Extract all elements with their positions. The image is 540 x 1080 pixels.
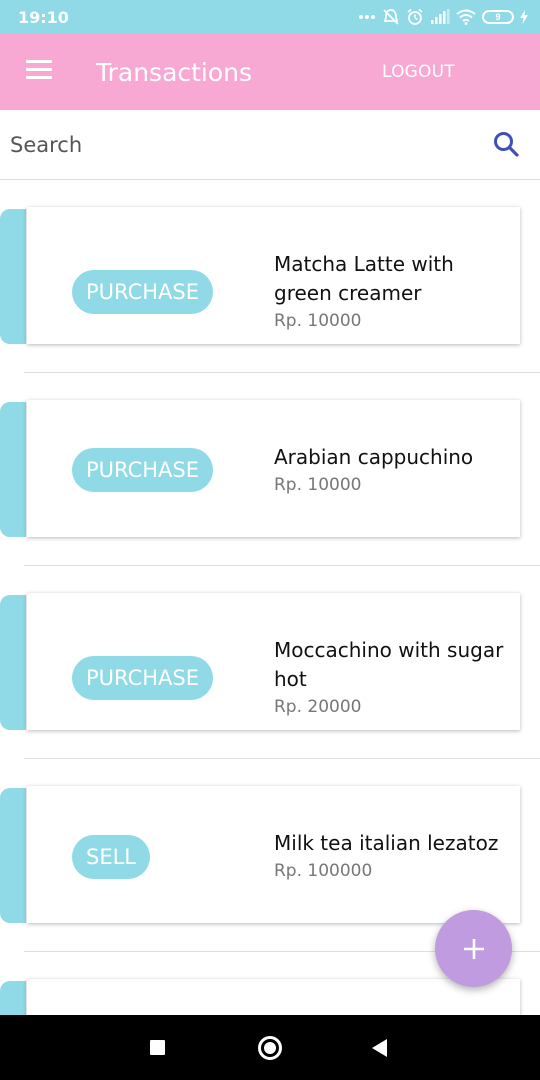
transaction-price: Rp. 20000	[274, 697, 362, 717]
transaction-card[interactable]: SELL Milk tea italian lezatoz Rp. 100000	[27, 786, 520, 923]
transaction-card[interactable]	[27, 979, 520, 1015]
add-transaction-button[interactable]	[435, 910, 512, 987]
transaction-type-badge: PURCHASE	[72, 270, 213, 314]
status-icons: 9	[358, 7, 528, 27]
transaction-card[interactable]: PURCHASE Matcha Latte with green creamer…	[27, 207, 520, 344]
divider	[24, 758, 540, 759]
bell-off-icon	[382, 8, 400, 26]
transaction-card[interactable]: PURCHASE Arabian cappuchino Rp. 10000	[27, 400, 520, 537]
plus-icon	[463, 938, 484, 959]
logout-button[interactable]: LOGOUT	[382, 62, 455, 82]
divider	[24, 565, 540, 566]
transaction-card[interactable]: PURCHASE Moccachino with sugar hot Rp. 2…	[27, 593, 520, 730]
status-time: 19:10	[18, 8, 69, 27]
transaction-name: Matcha Latte with green creamer	[274, 252, 454, 305]
transaction-price: Rp. 10000	[274, 475, 362, 495]
app-bar: Transactions LOGOUT	[0, 34, 540, 110]
transaction-info: Moccachino with sugar hot Rp. 20000	[274, 636, 509, 718]
transaction-type-badge: SELL	[72, 835, 150, 879]
system-nav-bar	[0, 1015, 540, 1080]
search-icon[interactable]	[492, 130, 520, 158]
transaction-name: Moccachino with sugar hot	[274, 638, 504, 691]
card-edge	[0, 788, 26, 923]
transaction-type-badge: PURCHASE	[72, 448, 213, 492]
transaction-list[interactable]: PURCHASE Matcha Latte with green creamer…	[0, 180, 540, 1015]
transaction-info: Milk tea italian lezatoz Rp. 100000	[274, 829, 509, 882]
transaction-info: Matcha Latte with green creamer Rp. 1000…	[274, 250, 509, 332]
transaction-name: Milk tea italian lezatoz	[274, 831, 499, 855]
transaction-info: Arabian cappuchino Rp. 10000	[274, 443, 509, 496]
card-edge	[0, 402, 26, 537]
transaction-name: Arabian cappuchino	[274, 445, 474, 469]
transaction-price: Rp. 10000	[274, 311, 362, 331]
menu-icon[interactable]	[26, 60, 52, 80]
transaction-type-badge: PURCHASE	[72, 656, 213, 700]
card-edge	[0, 981, 26, 1015]
card-edge	[0, 209, 26, 344]
status-bar: 19:10 9	[0, 0, 540, 34]
search-input[interactable]	[10, 128, 470, 162]
wifi-icon	[456, 9, 476, 25]
signal-icon	[430, 9, 450, 25]
card-edge	[0, 595, 26, 730]
charging-icon	[520, 10, 528, 24]
back-button[interactable]	[372, 1039, 387, 1057]
alarm-icon	[406, 8, 424, 26]
dots-icon	[358, 14, 376, 20]
home-button[interactable]	[258, 1036, 282, 1060]
recent-apps-button[interactable]	[150, 1040, 165, 1055]
search-bar	[0, 110, 540, 180]
battery-icon: 9	[482, 10, 514, 24]
transaction-price: Rp. 100000	[274, 861, 373, 881]
page-title: Transactions	[96, 58, 253, 87]
divider	[24, 372, 540, 373]
